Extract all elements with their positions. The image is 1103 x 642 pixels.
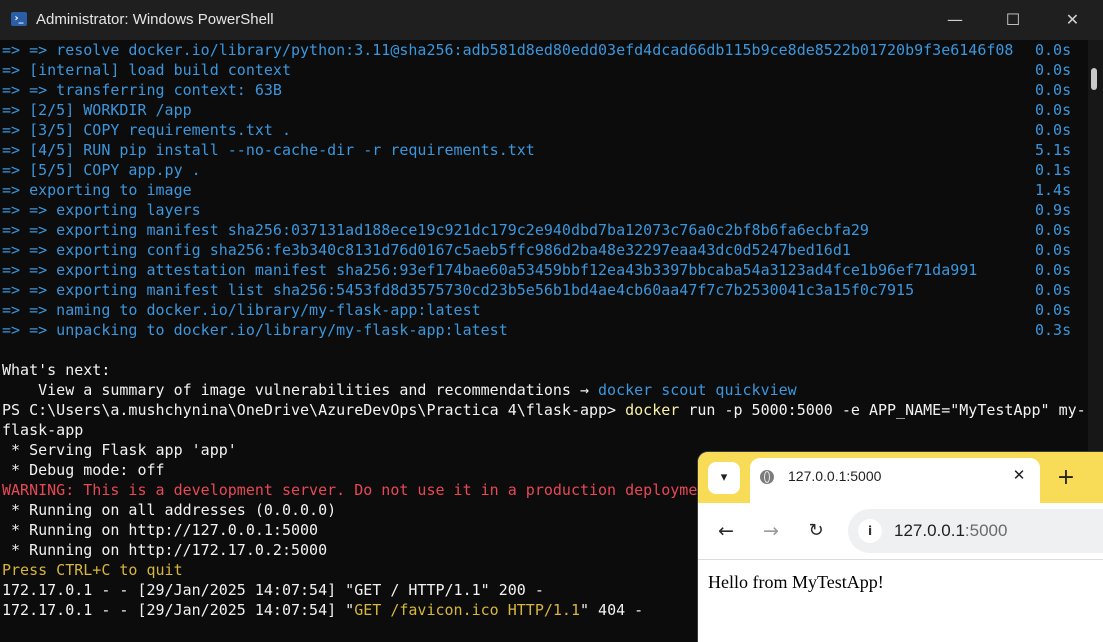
window-title-bar: ›_ Administrator: Windows PowerShell — ☐… <box>0 0 1103 40</box>
build-step-duration: 0.0s <box>1035 101 1072 119</box>
build-step-duration: 0.0s <box>1035 261 1072 279</box>
build-step-text: => [4/5] RUN pip install --no-cache-dir … <box>2 141 535 159</box>
build-step-duration: 0.1s <box>1035 161 1072 179</box>
build-step-text: => => resolve docker.io/library/python:3… <box>2 41 1014 59</box>
tab-strip: ▾ 127.0.0.1:5000 ✕ + <box>698 452 1103 503</box>
build-step-text: => [2/5] WORKDIR /app <box>2 101 192 119</box>
build-log-line: => => transferring context: 63B 0.0s <box>2 80 1086 100</box>
build-log-line: => [2/5] WORKDIR /app 0.0s <box>2 100 1086 120</box>
globe-icon <box>760 470 774 484</box>
command-wrap: flask-app <box>2 421 84 439</box>
build-step-text: => => unpacking to docker.io/library/my-… <box>2 321 508 339</box>
build-log-line: => => resolve docker.io/library/python:3… <box>2 40 1086 60</box>
whats-next-heading: What's next: <box>2 361 111 379</box>
build-step-duration: 0.9s <box>1035 201 1072 219</box>
url-text[interactable]: 127.0.0.1:5000 <box>894 521 1007 541</box>
build-log-line: => exporting to image 1.4s <box>2 180 1086 200</box>
back-arrow-icon[interactable]: ← <box>710 515 742 547</box>
close-button[interactable]: ✕ <box>1042 0 1103 40</box>
scrollbar-thumb[interactable] <box>1091 68 1097 90</box>
build-step-text: => => transferring context: 63B <box>2 81 282 99</box>
build-step-text: => => exporting config sha256:fe3b340c81… <box>2 241 851 259</box>
plus-icon[interactable]: + <box>1050 462 1082 494</box>
prompt: PS C:\Users\a.mushchynina\OneDrive\Azure… <box>2 401 626 419</box>
build-step-duration: 0.0s <box>1035 281 1072 299</box>
build-step-duration: 0.0s <box>1035 41 1072 59</box>
log-suffix: " 404 - <box>579 601 644 619</box>
forward-arrow-icon[interactable]: → <box>755 515 787 547</box>
reload-icon[interactable]: ↻ <box>800 515 832 547</box>
build-log-line: => => exporting attestation manifest sha… <box>2 260 1086 280</box>
build-step-duration: 1.4s <box>1035 181 1072 199</box>
powershell-icon: ›_ <box>11 12 27 26</box>
build-log-line: => => exporting manifest list sha256:545… <box>2 280 1086 300</box>
build-log-line: => [internal] load build context 0.0s <box>2 60 1086 80</box>
build-log-line: => => exporting manifest sha256:037131ad… <box>2 220 1086 240</box>
whats-next-text: View a summary of image vulnerabilities … <box>2 381 599 399</box>
build-log-line: => [4/5] RUN pip install --no-cache-dir … <box>2 140 1086 160</box>
build-step-text: => => naming to docker.io/library/my-fla… <box>2 301 481 319</box>
chevron-down-icon[interactable]: ▾ <box>708 462 740 494</box>
address-bar[interactable]: 127.0.0.1:5000 <box>848 509 1103 553</box>
build-step-text: => exporting to image <box>2 181 192 199</box>
build-step-text: => => exporting attestation manifest sha… <box>2 261 978 279</box>
build-step-text: => => exporting manifest list sha256:545… <box>2 281 915 299</box>
command-line[interactable]: PS C:\Users\a.mushchynina\OneDrive\Azure… <box>2 400 1086 420</box>
build-log-line: => [5/5] COPY app.py . 0.1s <box>2 160 1086 180</box>
url-host: 127.0.0.1 <box>894 521 965 540</box>
command-args: run -p 5000:5000 -e APP_NAME="MyTestApp"… <box>679 401 1086 419</box>
browser-tab[interactable]: 127.0.0.1:5000 ✕ <box>750 458 1040 503</box>
build-step-duration: 0.0s <box>1035 241 1072 259</box>
window-title: Administrator: Windows PowerShell <box>36 11 274 28</box>
build-step-duration: 5.1s <box>1035 141 1072 159</box>
build-log: => => resolve docker.io/library/python:3… <box>2 40 1086 340</box>
build-step-duration: 0.0s <box>1035 61 1072 79</box>
build-log-line: => => naming to docker.io/library/my-fla… <box>2 300 1086 320</box>
browser-toolbar: ← → ↻ 127.0.0.1:5000 <box>698 503 1103 560</box>
page-body-text: Hello from MyTestApp! <box>708 572 884 592</box>
build-step-duration: 0.0s <box>1035 81 1072 99</box>
docker-scout-command: docker scout quickview <box>598 381 797 399</box>
minimize-button[interactable]: — <box>926 0 984 40</box>
build-log-line: => [3/5] COPY requirements.txt . 0.0s <box>2 120 1086 140</box>
log-prefix: 172.17.0.1 - - [29/Jan/2025 14:07:54] " <box>2 601 355 619</box>
build-step-text: => [3/5] COPY requirements.txt . <box>2 121 291 139</box>
build-step-text: => [5/5] COPY app.py . <box>2 161 201 179</box>
build-log-line: => => unpacking to docker.io/library/my-… <box>2 320 1086 340</box>
build-step-text: => => exporting layers <box>2 201 201 219</box>
close-icon[interactable]: ✕ <box>1008 464 1030 486</box>
log-request: GET /favicon.ico HTTP/1.1 <box>354 601 580 619</box>
build-step-duration: 0.0s <box>1035 121 1072 139</box>
url-port: :5000 <box>964 521 1008 540</box>
build-log-line: => => exporting config sha256:fe3b340c81… <box>2 240 1086 260</box>
build-log-line: => => exporting layers 0.9s <box>2 200 1086 220</box>
browser-window: ▾ 127.0.0.1:5000 ✕ + ← → ↻ 127.0.0.1:500… <box>698 452 1103 642</box>
build-step-text: => [internal] load build context <box>2 61 291 79</box>
build-step-text: => => exporting manifest sha256:037131ad… <box>2 221 869 239</box>
info-icon[interactable] <box>858 519 882 543</box>
whats-next-line: View a summary of image vulnerabilities … <box>2 380 1086 400</box>
tab-title: 127.0.0.1:5000 <box>788 468 882 484</box>
build-step-duration: 0.3s <box>1035 321 1072 339</box>
command-name: docker <box>625 401 680 419</box>
maximize-button[interactable]: ☐ <box>984 0 1042 40</box>
build-step-duration: 0.0s <box>1035 301 1072 319</box>
build-step-duration: 0.0s <box>1035 221 1072 239</box>
